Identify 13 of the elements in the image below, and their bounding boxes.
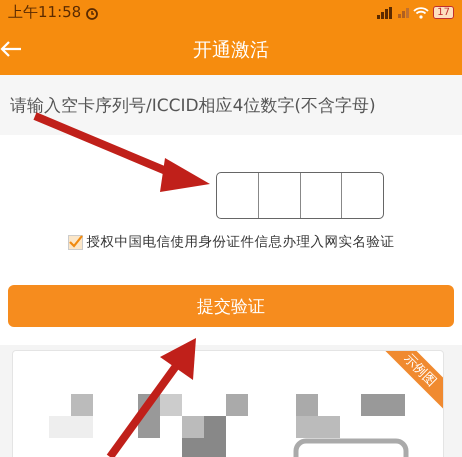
alarm-icon [85, 6, 100, 20]
agreement-checkbox[interactable] [68, 234, 82, 250]
instruction-text: 请输入空卡序列号/ICCID相应4位数字(不含字母) [10, 94, 376, 116]
page-title: 开通激活 [193, 38, 269, 63]
signal-icon [376, 6, 394, 18]
signal-icon [398, 8, 410, 18]
submit-button[interactable]: 提交验证 [8, 285, 454, 327]
agreement-text: 授权中国电信使用身份证件信息办理入网实名验证 [86, 233, 394, 251]
wifi-icon [413, 6, 430, 18]
back-arrow-icon[interactable] [0, 40, 22, 58]
battery-level: 17 [433, 6, 454, 19]
status-time: 上午11:58 [8, 3, 82, 22]
code-input-field[interactable] [216, 172, 384, 219]
